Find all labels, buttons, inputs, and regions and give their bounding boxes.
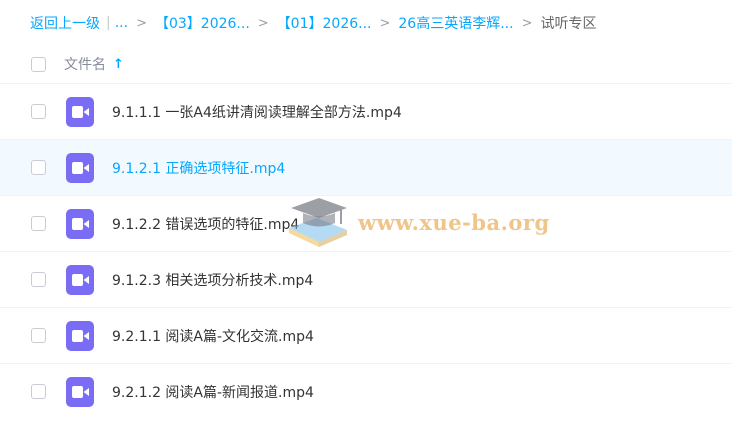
row-checkbox[interactable]: [31, 160, 46, 175]
file-row[interactable]: 9.1.2.1 正确选项特征.mp4: [0, 139, 732, 195]
breadcrumb-back-link[interactable]: 返回上一级: [30, 13, 100, 33]
breadcrumb: 返回上一级 | ... > 【03】2026... > 【01】2026... …: [30, 12, 596, 34]
file-name[interactable]: 9.1.2.2 错误选项的特征.mp4: [112, 214, 299, 234]
file-row[interactable]: 9.2.1.2 阅读A篇-新闻报道.mp4: [0, 363, 732, 419]
video-file-icon: [66, 377, 94, 407]
list-header: 文件名 ↑: [0, 46, 732, 82]
column-label-filename: 文件名: [64, 57, 106, 73]
file-row[interactable]: 9.1.2.3 相关选项分析技术.mp4: [0, 251, 732, 307]
file-name[interactable]: 9.2.1.2 阅读A篇-新闻报道.mp4: [112, 382, 314, 402]
video-file-icon: [66, 209, 94, 239]
file-name[interactable]: 9.1.2.3 相关选项分析技术.mp4: [112, 270, 313, 290]
row-checkbox[interactable]: [31, 216, 46, 231]
row-checkbox[interactable]: [31, 328, 46, 343]
file-row[interactable]: 9.1.1.1 一张A4纸讲清阅读理解全部方法.mp4: [0, 83, 732, 139]
file-name[interactable]: 9.1.1.1 一张A4纸讲清阅读理解全部方法.mp4: [112, 102, 402, 122]
breadcrumb-item-2[interactable]: 【01】2026...: [277, 13, 372, 33]
breadcrumb-separator: >: [136, 15, 147, 31]
row-checkbox[interactable]: [31, 272, 46, 287]
row-checkbox[interactable]: [31, 384, 46, 399]
select-all-checkbox[interactable]: [31, 56, 46, 72]
breadcrumb-item-3[interactable]: 26高三英语李辉...: [398, 13, 513, 33]
breadcrumb-ellipsis[interactable]: ...: [115, 15, 128, 31]
breadcrumb-divider: |: [106, 15, 111, 31]
sort-by-name-header[interactable]: 文件名 ↑: [64, 54, 124, 74]
file-name[interactable]: 9.1.2.1 正确选项特征.mp4: [112, 158, 285, 178]
file-name[interactable]: 9.2.1.1 阅读A篇-文化交流.mp4: [112, 326, 314, 346]
row-checkbox[interactable]: [31, 104, 46, 119]
file-row[interactable]: 9.1.2.2 错误选项的特征.mp4: [0, 195, 732, 251]
sort-ascending-icon: ↑: [113, 56, 124, 72]
file-row[interactable]: 9.2.1.1 阅读A篇-文化交流.mp4: [0, 307, 732, 363]
file-browser: 返回上一级 | ... > 【03】2026... > 【01】2026... …: [0, 0, 732, 425]
video-file-icon: [66, 321, 94, 351]
video-file-icon: [66, 153, 94, 183]
file-list: 9.1.1.1 一张A4纸讲清阅读理解全部方法.mp4 9.1.2.1 正确选项…: [0, 83, 732, 419]
video-file-icon: [66, 97, 94, 127]
breadcrumb-item-1[interactable]: 【03】2026...: [155, 13, 250, 33]
breadcrumb-current: 试听专区: [540, 16, 597, 32]
breadcrumb-separator: >: [379, 15, 391, 31]
video-file-icon: [66, 265, 94, 295]
breadcrumb-separator: >: [257, 15, 269, 31]
breadcrumb-separator: >: [521, 15, 533, 31]
